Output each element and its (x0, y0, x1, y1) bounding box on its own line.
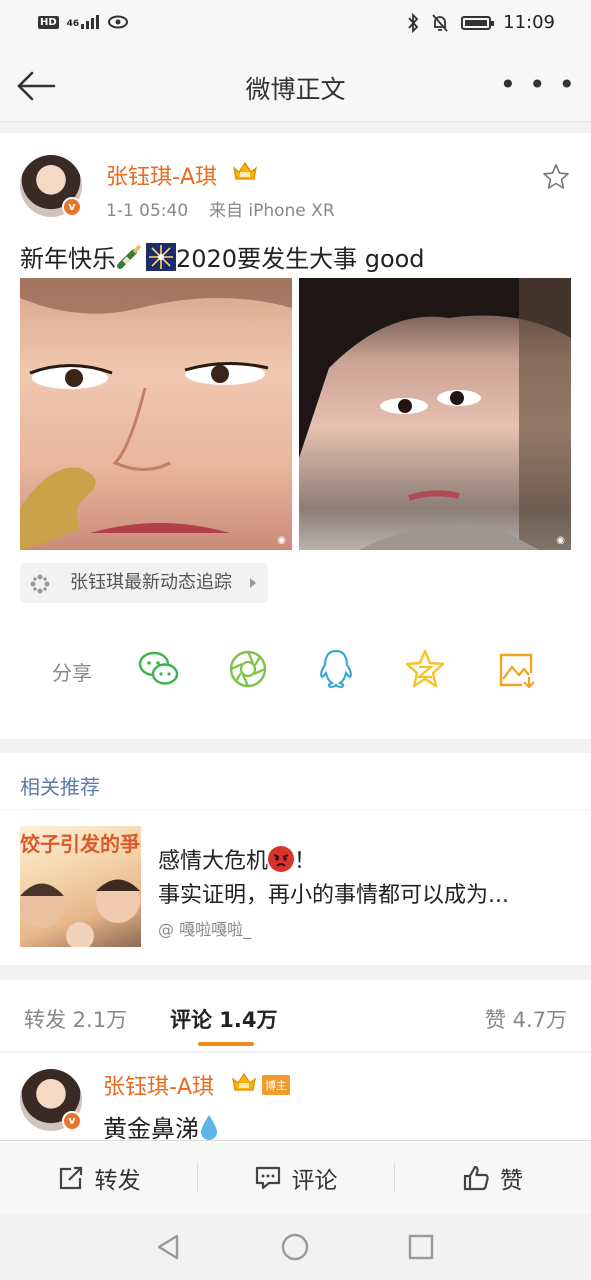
post-text: 新年快乐 2020要发生大事 good (20, 239, 425, 274)
battery-icon (461, 15, 495, 30)
recommend-thumbnail[interactable]: 饺子引发的爭 (20, 826, 141, 947)
verified-badge-icon: v (62, 197, 82, 217)
save-image-icon[interactable] (494, 647, 538, 691)
vip-crown-icon (232, 1072, 256, 1091)
signal-label: 46 (66, 19, 80, 29)
comment-label: 评论 (291, 1168, 338, 1194)
post-time: 1-1 05:40 (106, 201, 189, 221)
active-tab-indicator (198, 1042, 254, 1046)
comment-item[interactable]: v 张钰琪-A琪 博主 黄金鼻涕 (0, 1053, 591, 1143)
repost-button[interactable]: 转发 (0, 1141, 197, 1215)
back-triangle-icon[interactable] (153, 1231, 185, 1263)
network-type: HD (38, 15, 59, 29)
recommend-summary[interactable]: 事实证明，再小的事情都可以成为... (158, 877, 578, 909)
system-nav-bar (0, 1214, 591, 1280)
post-source: 来自 iPhone XR (208, 201, 335, 221)
comment-body: 黄金鼻涕 (103, 1115, 199, 1143)
nav-bar: 微博正文 • • • (0, 50, 591, 122)
eye-icon (108, 15, 129, 29)
super-topic-label: 张钰琪最新动态追踪 (70, 572, 232, 593)
comment-text: 黄金鼻涕 (103, 1109, 219, 1143)
champagne-icon (117, 244, 142, 269)
tab-reposts[interactable]: 转发 2.1万 (24, 1004, 127, 1034)
super-topic-icon (30, 574, 50, 594)
post-meta: 1-1 05:40 来自 iPhone XR (106, 196, 335, 221)
qq-icon[interactable] (314, 647, 358, 691)
post-image-1[interactable]: ◉ (20, 278, 292, 550)
interaction-tabs: 转发 2.1万 评论 1.4万 赞 4.7万 (0, 980, 591, 1052)
repost-icon (59, 1166, 82, 1190)
recommend-headline-text: 感情大危机 (158, 849, 269, 874)
bottom-action-bar: 转发 评论 赞 (0, 1140, 591, 1214)
status-bar: HD 46 11:09 (0, 0, 591, 50)
comment-author[interactable]: 张钰琪-A琪 (103, 1069, 214, 1101)
fireworks-icon (146, 243, 176, 271)
section-title: 相关推荐 (20, 775, 100, 799)
related-recommendations: 相关推荐 饺子引发的爭 感情大危机 ！ 事实证明，再小的事情都可以成为... @ … (0, 753, 591, 965)
status-left: HD 46 (38, 14, 129, 30)
verified-badge-icon: v (62, 1111, 82, 1131)
share-label: 分享 (52, 661, 92, 685)
divider (0, 809, 591, 810)
thumbs-up-icon (463, 1165, 489, 1191)
tab-comments[interactable]: 评论 1.4万 (170, 1004, 278, 1034)
signal-icon: 46 (67, 15, 100, 29)
post-text-start: 新年快乐 (20, 245, 116, 273)
qzone-icon[interactable] (403, 647, 447, 691)
weibo-watermark-icon: ◉ (277, 535, 286, 546)
mute-bell-icon (432, 13, 448, 32)
angry-face-icon (268, 846, 295, 872)
clock: 11:09 (503, 12, 555, 33)
bluetooth-icon (408, 12, 419, 33)
recommend-headline-end: ！ (294, 849, 317, 874)
comment-button[interactable]: 评论 (197, 1141, 394, 1215)
moments-icon[interactable] (226, 647, 270, 691)
weibo-post: v 张钰琪-A琪 1-1 05:40 来自 iPhone XR 新年快乐 2020… (0, 133, 591, 739)
recents-square-icon[interactable] (405, 1231, 437, 1263)
wechat-icon[interactable] (137, 647, 181, 691)
repost-label: 转发 (94, 1168, 141, 1194)
chevron-right-icon (250, 578, 256, 588)
favorite-star-icon[interactable] (541, 162, 571, 192)
post-text-end: 2020要发生大事 good (176, 245, 425, 273)
recommend-headline[interactable]: 感情大危机 ！ (158, 843, 316, 875)
comment-icon (255, 1166, 280, 1190)
weibo-watermark-icon: ◉ (556, 535, 565, 546)
like-label: 赞 (500, 1168, 523, 1194)
author-name[interactable]: 张钰琪-A琪 (106, 159, 217, 191)
water-drop-icon (201, 1115, 217, 1140)
post-image-2[interactable]: ◉ (299, 278, 571, 550)
status-right: 11:09 (407, 12, 555, 33)
home-circle-icon[interactable] (279, 1231, 311, 1263)
blogger-badge: 博主 (262, 1075, 290, 1095)
more-menu-button[interactable]: • • • (500, 68, 577, 101)
recommend-source[interactable]: @ 嘎啦嘎啦_ (158, 916, 251, 940)
tab-likes[interactable]: 赞 4.7万 (485, 1004, 567, 1034)
super-topic-link[interactable]: 张钰琪最新动态追踪 (20, 563, 268, 603)
vip-crown-icon[interactable] (232, 160, 258, 182)
like-button[interactable]: 赞 (394, 1141, 591, 1215)
